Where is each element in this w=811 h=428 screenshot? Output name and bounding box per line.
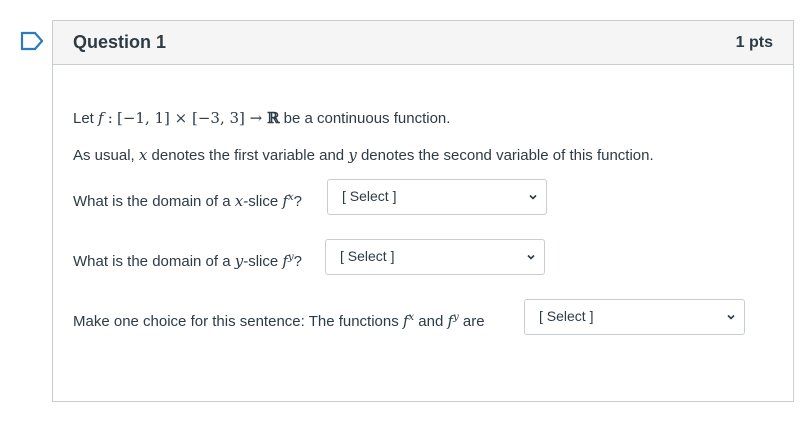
- usual-p2: denotes the first variable and: [147, 147, 349, 164]
- chevron-down-icon: [727, 314, 735, 320]
- intro-suffix: be a continuous function.: [279, 110, 451, 127]
- q3-p1: Make one choice for this sentence: The f…: [73, 313, 403, 330]
- q1-p1: What is the domain of a: [73, 193, 235, 210]
- math-colon: :: [107, 109, 113, 127]
- q1-p3: ?: [293, 193, 302, 210]
- q2-p2: -slice: [243, 253, 283, 270]
- usual-p1: As usual,: [73, 147, 139, 164]
- select-placeholder: [ Select ]: [539, 308, 594, 324]
- intro-text: Let f : [−1, 1] × [−3, 3] → ℝ be a conti…: [73, 109, 450, 127]
- intro-prefix: Let: [73, 110, 94, 127]
- q3-and: and: [414, 313, 448, 330]
- math-f: f: [98, 109, 104, 127]
- q2-p1: What is the domain of a: [73, 253, 235, 270]
- q1-p2: -slice: [243, 193, 283, 210]
- quiz-page: Question 1 1 pts Let f : [−1, 1] × [−3, …: [0, 0, 811, 428]
- select-placeholder: [ Select ]: [340, 248, 395, 264]
- select-placeholder: [ Select ]: [342, 188, 397, 204]
- question-y-slice: What is the domain of a y-slice fy?: [73, 252, 302, 270]
- functions-are-select[interactable]: [ Select ]: [524, 299, 745, 335]
- math-reals: ℝ: [267, 109, 280, 127]
- y-slice-domain-select[interactable]: [ Select ]: [325, 239, 545, 275]
- x-slice-domain-select[interactable]: [ Select ]: [327, 179, 547, 215]
- question-points: 1 pts: [735, 33, 773, 51]
- math-x: x: [234, 192, 244, 210]
- flag-question-icon[interactable]: [19, 30, 45, 52]
- chevron-down-icon: [527, 254, 535, 260]
- question-functions-are: Make one choice for this sentence: The f…: [73, 312, 485, 330]
- math-y: y: [234, 252, 244, 270]
- q3-p2: are: [458, 313, 485, 330]
- math-y: y: [348, 146, 357, 164]
- question-x-slice: What is the domain of a x-slice fx?: [73, 192, 302, 210]
- question-header: Question 1 1 pts: [53, 21, 793, 65]
- usual-text: As usual, x denotes the first variable a…: [73, 146, 654, 164]
- question-title: Question 1: [73, 32, 167, 52]
- chevron-down-icon: [529, 194, 537, 200]
- usual-p3: denotes the second variable of this func…: [356, 147, 654, 164]
- math-domain: [−1, 1] × [−3, 3] →: [117, 109, 267, 127]
- q2-p3: ?: [293, 253, 302, 270]
